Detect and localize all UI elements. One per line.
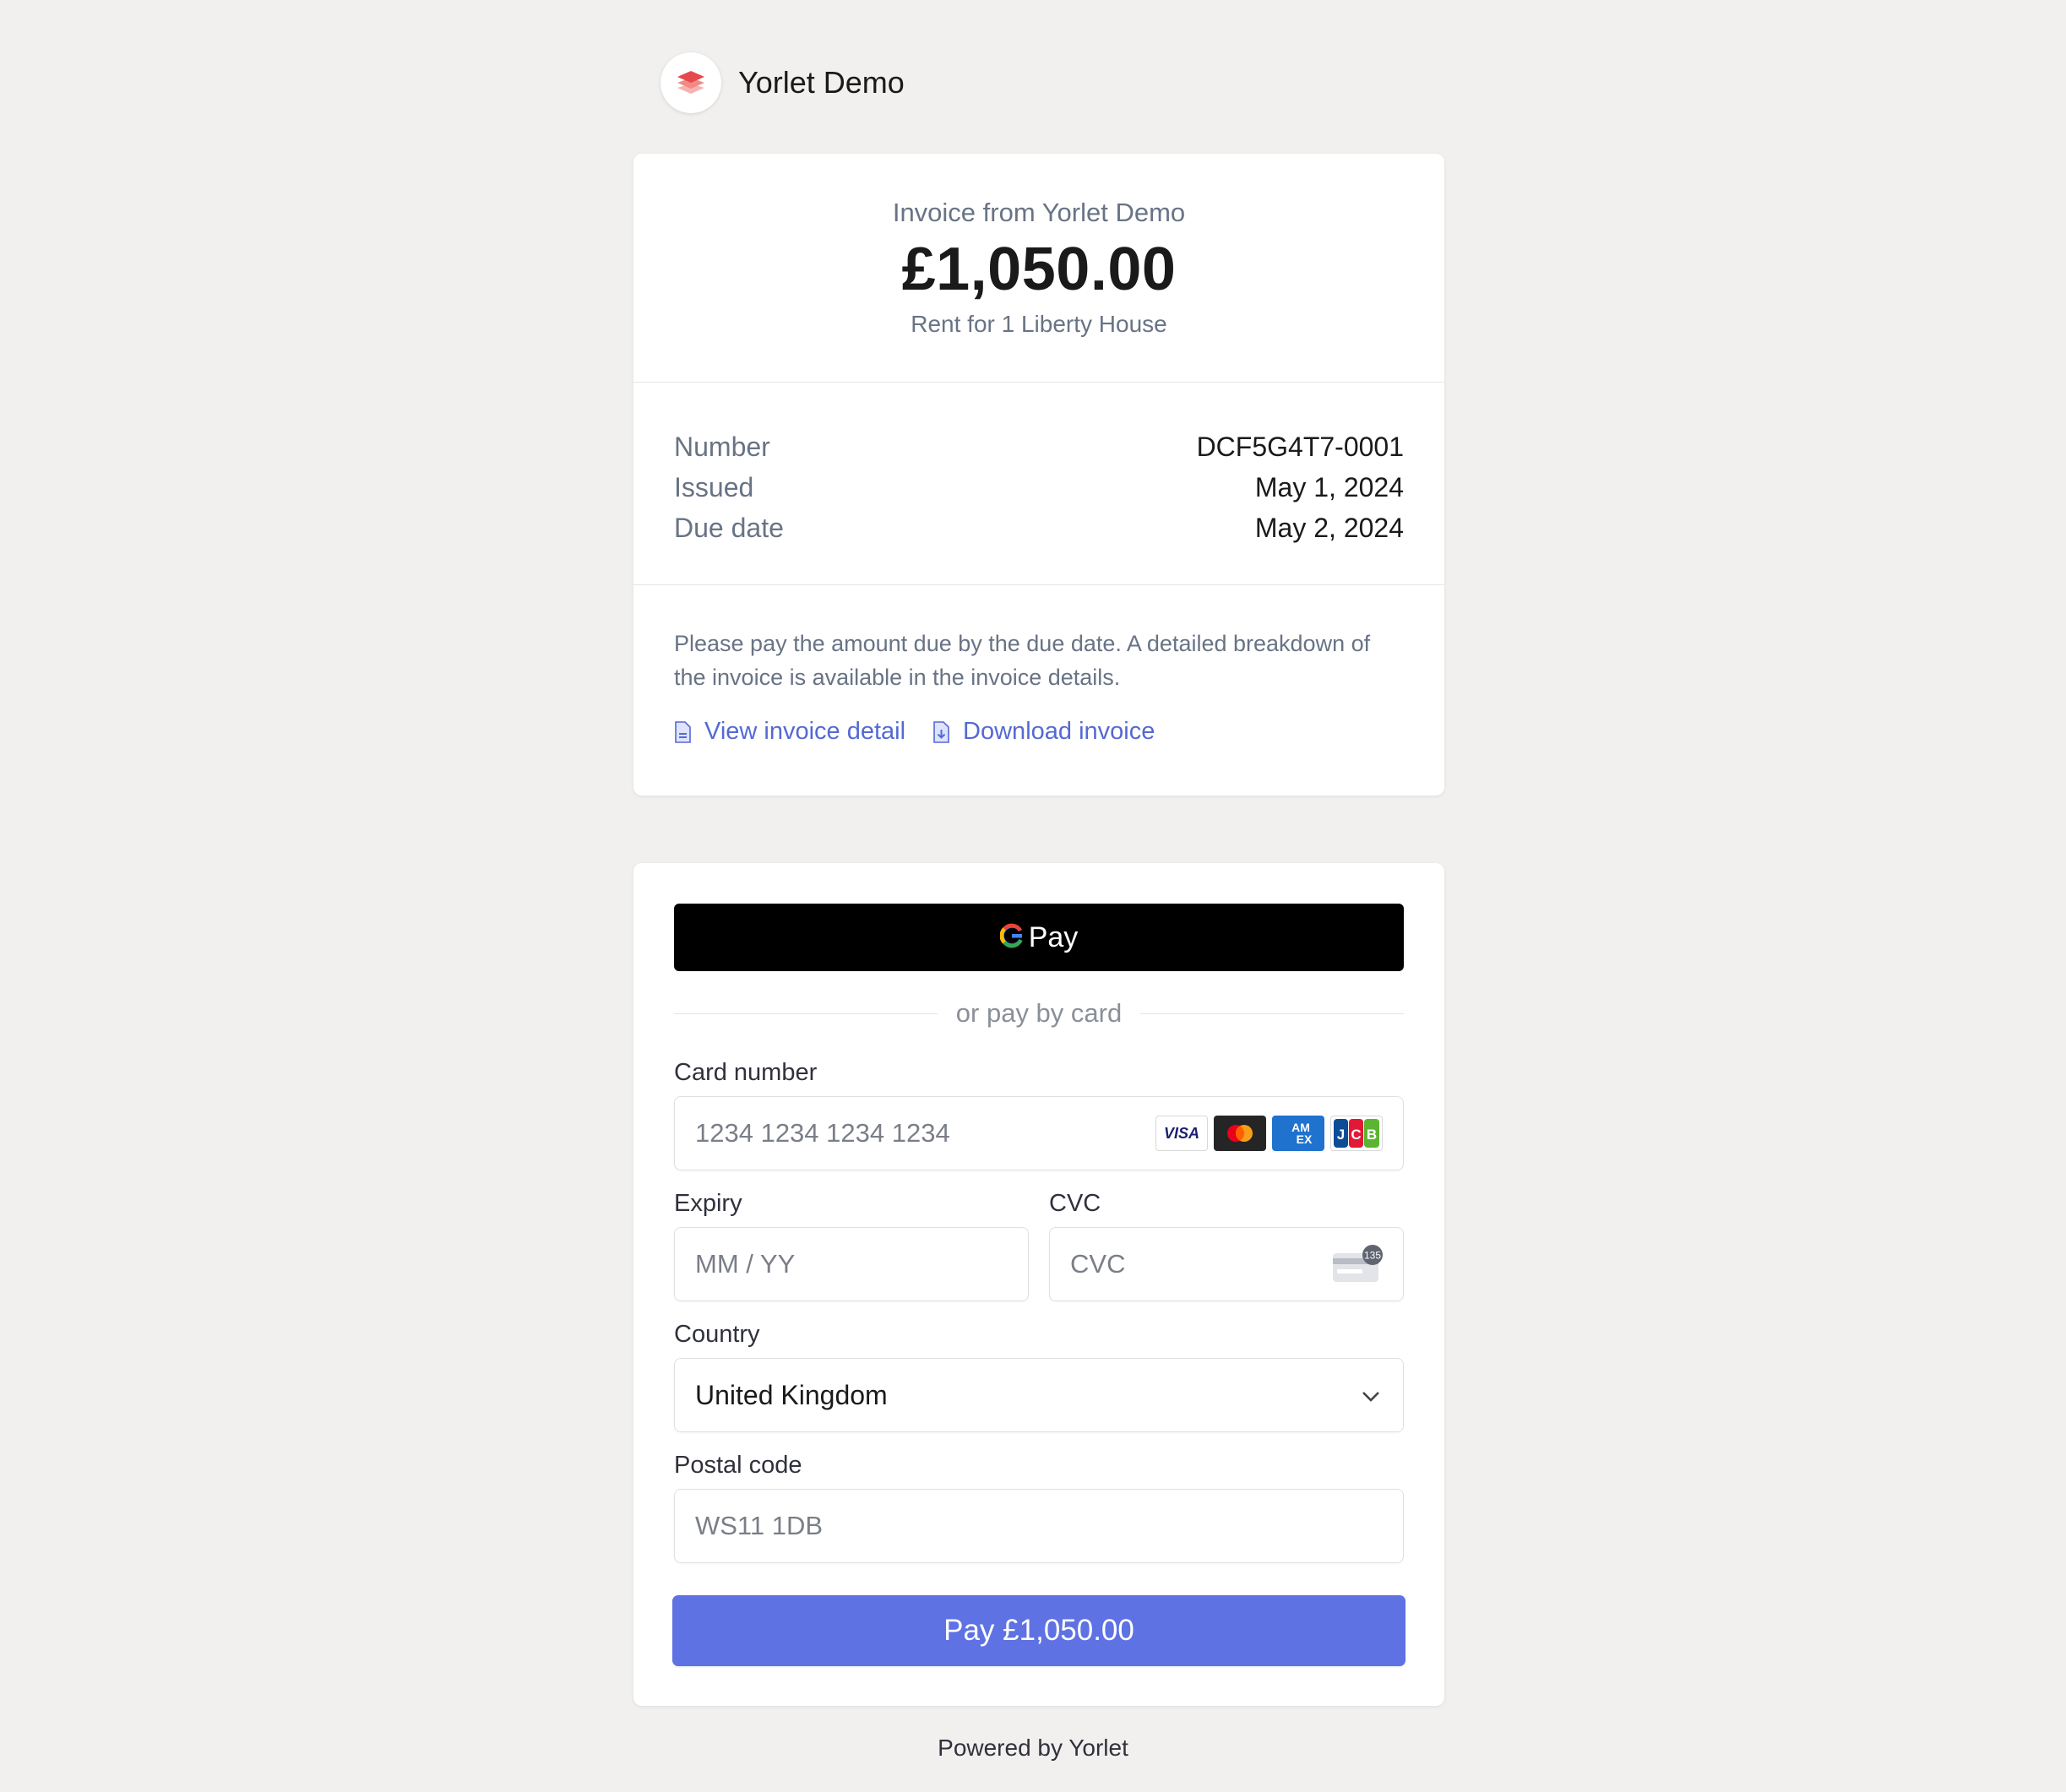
cvc-label: CVC (1049, 1190, 1101, 1217)
svg-text:EX: EX (1297, 1132, 1313, 1146)
postal-code-input[interactable] (695, 1511, 1403, 1541)
svg-text:VISA: VISA (1164, 1125, 1199, 1142)
country-select[interactable]: United Kingdom (674, 1358, 1404, 1432)
download-invoice-label: Download invoice (963, 718, 1155, 745)
google-pay-button[interactable]: Pay (674, 904, 1404, 971)
svg-text:J: J (1337, 1127, 1345, 1143)
expiry-label: Expiry (674, 1190, 742, 1217)
issued-date: May 1, 2024 (1254, 471, 1404, 502)
due-date: May 2, 2024 (1254, 512, 1404, 543)
meta-key: Issued (674, 471, 754, 502)
or-divider: or pay by card (674, 998, 1404, 1029)
visa-icon: VISA (1155, 1116, 1208, 1151)
postal-code-field[interactable] (674, 1489, 1404, 1563)
divider-line (1140, 1013, 1404, 1014)
invoice-note: Please pay the amount due by the due dat… (674, 631, 1371, 690)
or-pay-by-card-text: or pay by card (955, 998, 1123, 1028)
cvc-field[interactable]: 135 (1049, 1227, 1404, 1301)
expiry-input[interactable] (695, 1249, 1028, 1279)
invoice-summary: Invoice from Yorlet Demo £1,050.00 Rent … (633, 154, 1444, 383)
invoice-description: Rent for 1 Liberty House (911, 311, 1167, 337)
meta-row-due: Due date May 2, 2024 (674, 508, 1404, 548)
postal-code-label: Postal code (674, 1452, 802, 1479)
meta-row-issued: Issued May 1, 2024 (674, 467, 1404, 508)
download-invoice-link[interactable]: Download invoice (932, 718, 1155, 746)
view-invoice-link[interactable]: View invoice detail (674, 718, 905, 746)
chevron-down-icon (1359, 1384, 1383, 1412)
card-brands: VISA AM EX J C B (1150, 1116, 1383, 1151)
view-invoice-label: View invoice detail (704, 718, 906, 745)
meta-key: Number (674, 431, 770, 462)
divider (633, 584, 1444, 585)
meta-row-number: Number DCF5G4T7-0001 (674, 426, 1404, 467)
country-value: United Kingdom (695, 1379, 888, 1410)
document-download-icon (932, 720, 949, 743)
amex-icon: AM EX (1272, 1116, 1324, 1151)
merchant-header: Yorlet Demo (661, 52, 905, 113)
expiry-field[interactable] (674, 1227, 1029, 1301)
card-number-label: Card number (674, 1059, 818, 1086)
invoice-card: Invoice from Yorlet Demo £1,050.00 Rent … (633, 154, 1444, 796)
stacked-layers-icon (661, 52, 721, 113)
google-g-icon (999, 923, 1024, 953)
divider-line (674, 1013, 938, 1014)
country-label: Country (674, 1321, 760, 1348)
invoice-amount: £1,050.00 (901, 236, 1177, 303)
cvc-badge-text: 135 (1364, 1250, 1381, 1262)
invoice-links: View invoice detail Download invoice (674, 718, 1182, 746)
invoice-meta: Number DCF5G4T7-0001 Issued May 1, 2024 … (674, 426, 1404, 548)
mastercard-icon (1214, 1116, 1266, 1151)
payment-card: Pay or pay by card Card number VISA (633, 863, 1444, 1706)
document-icon (674, 720, 691, 743)
pay-button[interactable]: Pay £1,050.00 (672, 1595, 1405, 1666)
invoice-from-label: Invoice from Yorlet Demo (892, 198, 1186, 227)
invoice-number: DCF5G4T7-0001 (1196, 431, 1404, 462)
meta-key: Due date (674, 512, 784, 543)
jcb-icon: J C B (1330, 1116, 1383, 1151)
cvc-card-icon: 135 (1332, 1245, 1384, 1288)
svg-text:B: B (1367, 1127, 1377, 1143)
google-pay-label: Pay (1028, 920, 1079, 953)
card-number-field[interactable]: VISA AMEX J (674, 1096, 1404, 1170)
powered-by-footer: Powered by Yorlet (938, 1735, 1128, 1761)
merchant-name: Yorlet Demo (738, 65, 905, 100)
svg-text:C: C (1351, 1127, 1361, 1143)
